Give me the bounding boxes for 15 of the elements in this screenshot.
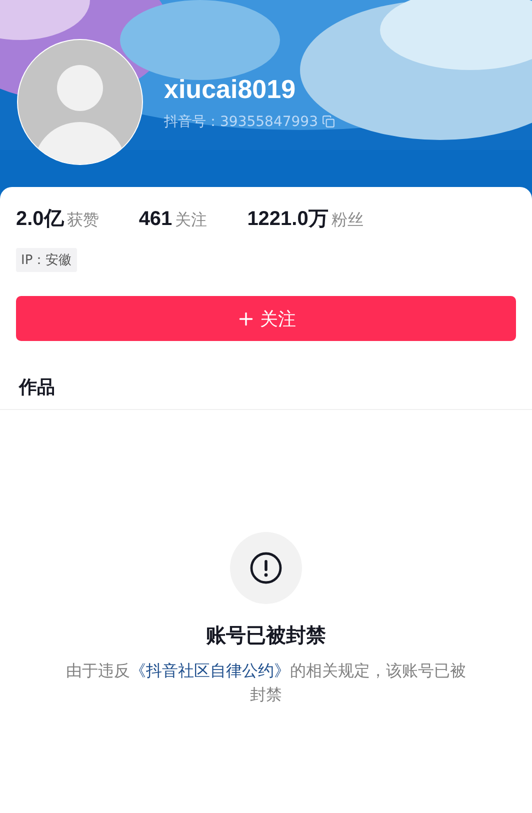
stat-label: 粉丝 <box>331 210 364 231</box>
community-guidelines-link[interactable]: 《抖音社区自律公约》 <box>130 661 290 680</box>
username: xiucai8019 <box>164 74 297 104</box>
stat-value: 1221.0万 <box>247 207 328 232</box>
ip-tag: IP：安徽 <box>16 248 77 272</box>
stat-value: 461 <box>138 208 172 231</box>
follow-button[interactable]: 关注 <box>16 296 516 341</box>
stat-label: 关注 <box>175 210 208 231</box>
warning-icon <box>249 551 283 585</box>
notice-message: 由于违反《抖音社区自律公约》的相关规定，该账号已被封禁 <box>65 660 467 706</box>
tab[interactable]: 作品 <box>19 375 55 399</box>
notice-title: 账号已被封禁 <box>206 622 326 649</box>
account-id: 抖音号：39355847993 <box>164 112 318 130</box>
stat-value: 2.0亿 <box>16 207 64 232</box>
stat-label: 获赞 <box>66 210 99 231</box>
